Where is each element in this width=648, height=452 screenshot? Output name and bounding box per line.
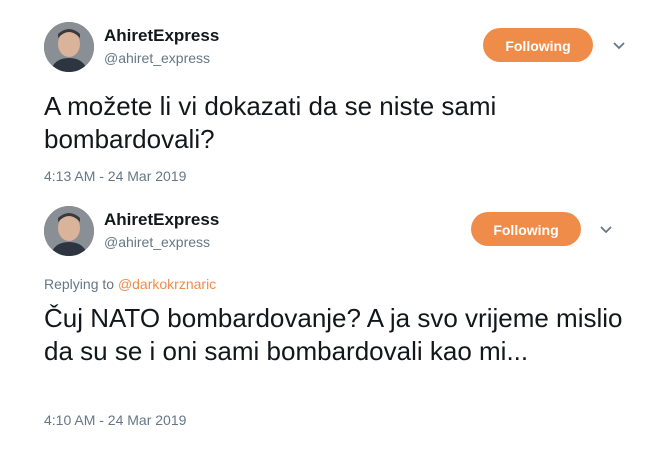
following-button[interactable]: Following [471,212,581,246]
reply-mention-link[interactable]: @darkokrznaric [118,276,216,292]
avatar[interactable] [44,22,94,72]
author-handle[interactable]: @ahiret_express [104,50,210,66]
following-button[interactable]: Following [483,28,593,62]
tweet-timestamp[interactable]: 4:13 AM - 24 Mar 2019 [44,168,186,184]
replying-to-line: Replying to @darkokrznaric [44,276,216,292]
avatar[interactable] [44,206,94,256]
author-handle[interactable]: @ahiret_express [104,234,210,250]
author-name[interactable]: AhiretExpress [104,210,219,230]
chevron-down-icon[interactable] [598,222,614,238]
chevron-down-icon[interactable] [611,38,627,54]
replying-prefix: Replying to [44,276,115,292]
author-name[interactable]: AhiretExpress [104,26,219,46]
tweet-text: A možete li vi dokazati da se niste sami… [44,91,497,154]
tweet-timestamp[interactable]: 4:10 AM - 24 Mar 2019 [44,412,186,428]
tweet-text: Čuj NATO bombardovanje? A ja svo vrijeme… [44,303,623,366]
